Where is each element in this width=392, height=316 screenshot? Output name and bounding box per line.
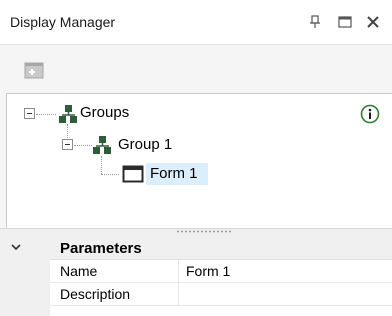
property-gutter bbox=[0, 259, 50, 316]
tree-connector bbox=[74, 145, 92, 146]
maximize-icon[interactable] bbox=[336, 13, 354, 31]
collapse-toggle-groups[interactable] bbox=[24, 108, 35, 119]
property-row-description[interactable]: Description bbox=[50, 283, 392, 306]
group-icon bbox=[59, 105, 77, 123]
tree-item-label: Groups bbox=[80, 104, 130, 121]
display-manager-panel: Display Manager Groups Group 1 Form 1 Pa… bbox=[0, 0, 392, 316]
title-bar: Display Manager bbox=[0, 0, 392, 45]
column-divider bbox=[178, 283, 179, 305]
column-divider bbox=[178, 260, 179, 282]
chevron-down-icon[interactable] bbox=[10, 242, 22, 252]
tree-connector bbox=[67, 124, 68, 140]
pin-icon[interactable] bbox=[306, 13, 324, 31]
tree-item-label: Form 1 bbox=[150, 165, 198, 182]
form-window-icon bbox=[122, 165, 144, 183]
tree-item-label: Group 1 bbox=[118, 136, 173, 153]
tree-connector bbox=[101, 174, 119, 175]
property-name: Description bbox=[60, 286, 131, 302]
tree-item-group-1[interactable]: Group 1 bbox=[118, 134, 172, 156]
property-row-name[interactable]: Name Form 1 bbox=[50, 260, 392, 283]
property-value[interactable]: Form 1 bbox=[186, 263, 230, 279]
parameters-category[interactable] bbox=[0, 237, 392, 260]
info-icon[interactable] bbox=[360, 104, 380, 124]
close-icon[interactable] bbox=[364, 13, 382, 31]
category-title: Parameters bbox=[60, 240, 142, 257]
tree-connector bbox=[101, 156, 102, 174]
collapse-toggle-group-1[interactable] bbox=[62, 139, 73, 150]
add-form-icon[interactable] bbox=[22, 59, 46, 83]
property-name: Name bbox=[60, 263, 98, 279]
group-icon bbox=[93, 136, 111, 154]
panel-title: Display Manager bbox=[10, 14, 116, 30]
tree-connector bbox=[36, 114, 56, 115]
splitter-grip[interactable] bbox=[176, 230, 232, 233]
toolbar bbox=[0, 45, 392, 85]
tree-item-groups[interactable]: Groups bbox=[80, 102, 129, 124]
tree-item-form-1[interactable]: Form 1 bbox=[150, 163, 198, 185]
